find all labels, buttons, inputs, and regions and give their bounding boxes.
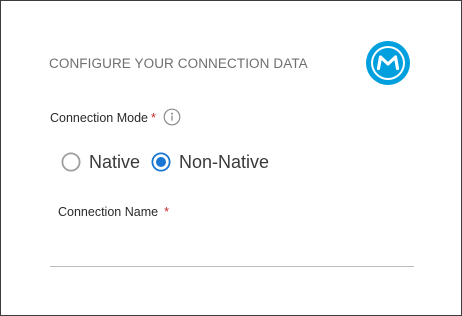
connection-mode-label: Connection Mode * (50, 108, 156, 128)
required-marker: * (164, 205, 169, 219)
mulesoft-logo-icon (366, 41, 410, 85)
radio-checked-icon[interactable] (151, 152, 171, 172)
connection-name-input[interactable] (50, 231, 414, 267)
radio-unchecked-icon[interactable] (61, 152, 81, 172)
radio-non-native[interactable]: Non-Native (151, 151, 269, 173)
required-marker: * (150, 111, 156, 125)
connection-name-label-text: Connection Name (58, 205, 159, 219)
connection-config-panel: CONFIGURE YOUR CONNECTION DATA Connectio… (0, 0, 462, 316)
connection-mode-label-text: Connection Mode (50, 111, 148, 125)
radio-non-native-label: Non-Native (179, 152, 270, 172)
radio-native[interactable]: Native (61, 151, 140, 173)
connection-name-label: Connection Name * (58, 205, 169, 219)
info-circle-icon[interactable] (163, 108, 181, 126)
radio-native-label: Native (89, 152, 141, 172)
page-title: CONFIGURE YOUR CONNECTION DATA (49, 56, 308, 71)
